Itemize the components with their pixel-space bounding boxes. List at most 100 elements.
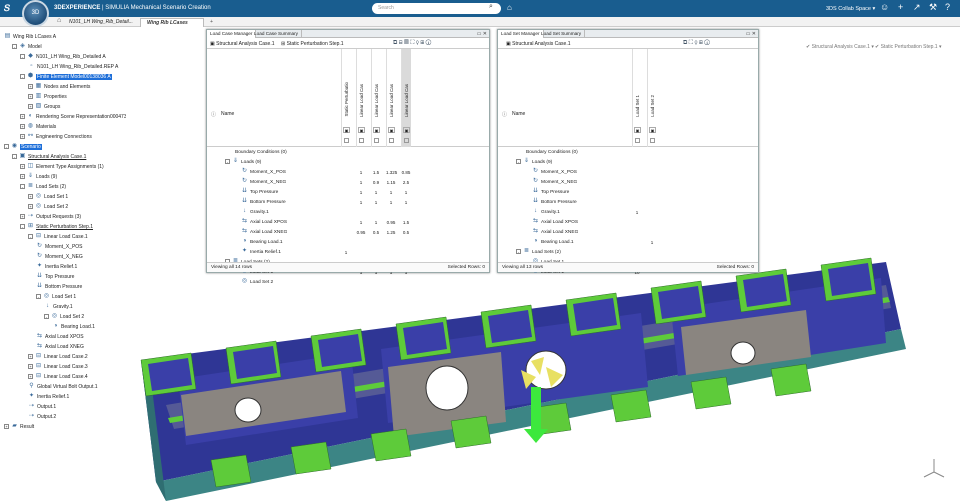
collapse-icon[interactable]: - [36, 294, 41, 300]
tree-node[interactable]: + ◎ Load Set 1 [28, 192, 68, 202]
table-cell[interactable]: 1.25 [386, 228, 396, 238]
table-row[interactable]: -≣Load Sets (2) [498, 248, 758, 258]
collapse-icon[interactable]: - [12, 44, 17, 50]
table-row[interactable]: ↻ Moment_X_POS 1 1.5 1.325 0.85 [207, 168, 489, 178]
expand-icon[interactable]: + [28, 364, 33, 370]
tree-node[interactable]: + ▥ Properties [28, 92, 67, 102]
tree-node[interactable]: + ◫ Element Type Assignments (1) [20, 162, 104, 172]
expand-icon[interactable]: + [20, 124, 25, 130]
table-cell[interactable]: 1 [356, 168, 366, 178]
tree-node[interactable]: + ▦ Nodes and Elements [28, 82, 90, 92]
table-row[interactable]: ◑ Bearing Load.1 1 [498, 238, 758, 248]
table-row[interactable]: ◑ Bearing Load.1 [207, 238, 489, 248]
tree-node[interactable]: ✦ Inertia Relief.1 [28, 392, 69, 402]
tree-node[interactable]: + ▰ Result [4, 422, 34, 432]
collapse-icon[interactable]: - [44, 314, 49, 320]
table-row[interactable]: ◎ Load Set 2 [207, 278, 489, 288]
lcm-column-0[interactable]: Static Perturbatio ▣ [341, 49, 351, 147]
table-cell[interactable]: 1.5 [371, 168, 381, 178]
help-icon[interactable]: ? [945, 2, 950, 12]
tree-node[interactable]: ⇊ Bottom Pressure [36, 282, 82, 292]
expand-icon[interactable]: + [28, 204, 33, 210]
expand-icon[interactable]: + [28, 94, 33, 100]
tree-node[interactable]: - ◎ Load Set 2 [44, 312, 84, 322]
lcm-column-3[interactable]: Linear Load Cas ▣ [386, 49, 396, 147]
tree-node[interactable]: - ⬢ Finite Element Model00138036 A [20, 72, 112, 82]
home-icon[interactable]: ⌂ [57, 17, 61, 24]
lcm-window-controls[interactable]: ▭ ✕ [477, 30, 487, 38]
tree-node[interactable]: ↻ Moment_X_NEG [36, 252, 83, 262]
table-row[interactable]: ⇊ Top Pressure 1 1 1 1 [207, 188, 489, 198]
lsm-column-0[interactable]: Load Set 1 ▣ [632, 49, 642, 147]
table-cell[interactable]: 1 [371, 198, 381, 208]
tree-node[interactable]: + ⇢ Output Requests (3) [20, 212, 81, 222]
compass-icon[interactable]: 3D [22, 0, 49, 27]
check-static-step[interactable]: ✔ Static Perturbation Step.1 ▾ [875, 44, 941, 50]
tree-node[interactable]: - ◎ Load Set 1 [36, 292, 76, 302]
collapse-icon[interactable]: - [516, 159, 521, 165]
table-row[interactable]: ✦ Inertia Relief.1 1 [207, 248, 489, 258]
table-row[interactable]: Boundary Conditions (0) [498, 148, 758, 158]
table-cell[interactable]: 0.9 [371, 178, 381, 188]
tree-node[interactable]: ▤ Wing Rib LCases A [4, 32, 56, 42]
tab-wing-rib-detail[interactable]: N101_LH Wing_Rib_Detail... [63, 18, 139, 27]
tree-node[interactable]: - ⊟ Linear Load Case.1 [28, 232, 88, 242]
tree-node[interactable]: ▫ N101_LH Wing_Rib_Detailed.REP A [28, 62, 118, 72]
table-cell[interactable]: 0.5 [401, 228, 411, 238]
collapse-icon[interactable]: - [4, 144, 9, 150]
table-cell[interactable]: 1 [401, 198, 411, 208]
table-cell[interactable]: 0.95 [386, 218, 396, 228]
table-cell[interactable]: 1.5 [401, 218, 411, 228]
expand-icon[interactable]: + [20, 134, 25, 140]
collapse-icon[interactable]: - [516, 249, 521, 255]
tree-node[interactable]: - ≣ Load Sets (2) [20, 182, 66, 192]
table-row[interactable]: - ⇓ Loads (9) [207, 158, 489, 168]
table-cell[interactable]: 1 [371, 218, 381, 228]
lsm-window-controls[interactable]: ▭ ✕ [746, 30, 756, 38]
collapse-icon[interactable]: - [20, 224, 25, 230]
tag-icon[interactable]: ⌂ [507, 3, 512, 12]
tree-node[interactable]: + ◎ Load Set 2 [28, 202, 68, 212]
table-cell[interactable]: 1 [401, 188, 411, 198]
table-cell[interactable]: 1 [632, 208, 642, 218]
axis-triad-icon[interactable] [923, 459, 945, 478]
collapse-icon[interactable]: - [20, 54, 25, 60]
expand-icon[interactable]: + [20, 174, 25, 180]
tree-node[interactable]: + ⚯ Engineering Connections [20, 132, 92, 142]
collapse-icon[interactable]: - [20, 74, 25, 80]
tree-node[interactable]: + ◐ Rendering Scene Representation00047311 [20, 112, 126, 122]
column-checkbox[interactable] [359, 138, 364, 143]
add-tab-button[interactable]: + [204, 18, 219, 27]
table-row[interactable]: Boundary Conditions (0) [207, 148, 489, 158]
lcm-column-4[interactable]: Linear Load Cas ▣ [401, 49, 411, 147]
table-cell[interactable]: 2.5 [401, 178, 411, 188]
expand-icon[interactable]: + [20, 164, 25, 170]
lsm-toolbar-icons[interactable]: ⧉⛶⚲⊞ⓘ [683, 40, 711, 47]
tab-wing-rib-lcases[interactable]: Wing Rib LCases [140, 18, 204, 27]
tree-node[interactable]: ↻ Moment_X_POS [36, 242, 83, 252]
collapse-icon[interactable]: - [20, 184, 25, 190]
tree-node[interactable]: + ▧ Groups [28, 102, 60, 112]
expand-icon[interactable]: + [20, 214, 25, 220]
table-cell[interactable]: 1 [356, 188, 366, 198]
search-icon[interactable]: ⌕ [489, 3, 493, 11]
table-row[interactable]: ↓ Gravity.1 1 [498, 208, 758, 218]
table-cell[interactable]: 1 [386, 198, 396, 208]
tree-node[interactable]: + ◍ Materials [20, 122, 56, 132]
table-cell[interactable]: 1 [356, 218, 366, 228]
specification-tree[interactable]: ▤ Wing Rib LCases A - ◈ Model - ◆ N101_LH Wing_… [0, 32, 126, 472]
tree-node[interactable]: ⇆ Axial Load XNEG [36, 342, 84, 352]
table-cell[interactable]: 0.5 [371, 228, 381, 238]
column-checkbox[interactable] [344, 138, 349, 143]
tree-node[interactable]: - ▣ Structural Analysis Case.1 [12, 152, 86, 162]
collapse-icon[interactable]: - [225, 159, 230, 165]
tree-node[interactable]: - ◈ Model [12, 42, 42, 52]
table-cell[interactable]: 1 [341, 248, 351, 258]
tree-node[interactable]: ⇢ Output.1 [28, 402, 56, 412]
expand-icon[interactable]: + [28, 84, 33, 90]
tree-node[interactable]: ✦ Inertia Relief.1 [36, 262, 77, 272]
add-icon[interactable]: + [898, 2, 903, 12]
expand-icon[interactable]: + [4, 424, 9, 430]
table-row[interactable]: ⇆ Axial Load XNEG [498, 228, 758, 238]
user-avatar-icon[interactable]: ☺ [880, 2, 889, 12]
